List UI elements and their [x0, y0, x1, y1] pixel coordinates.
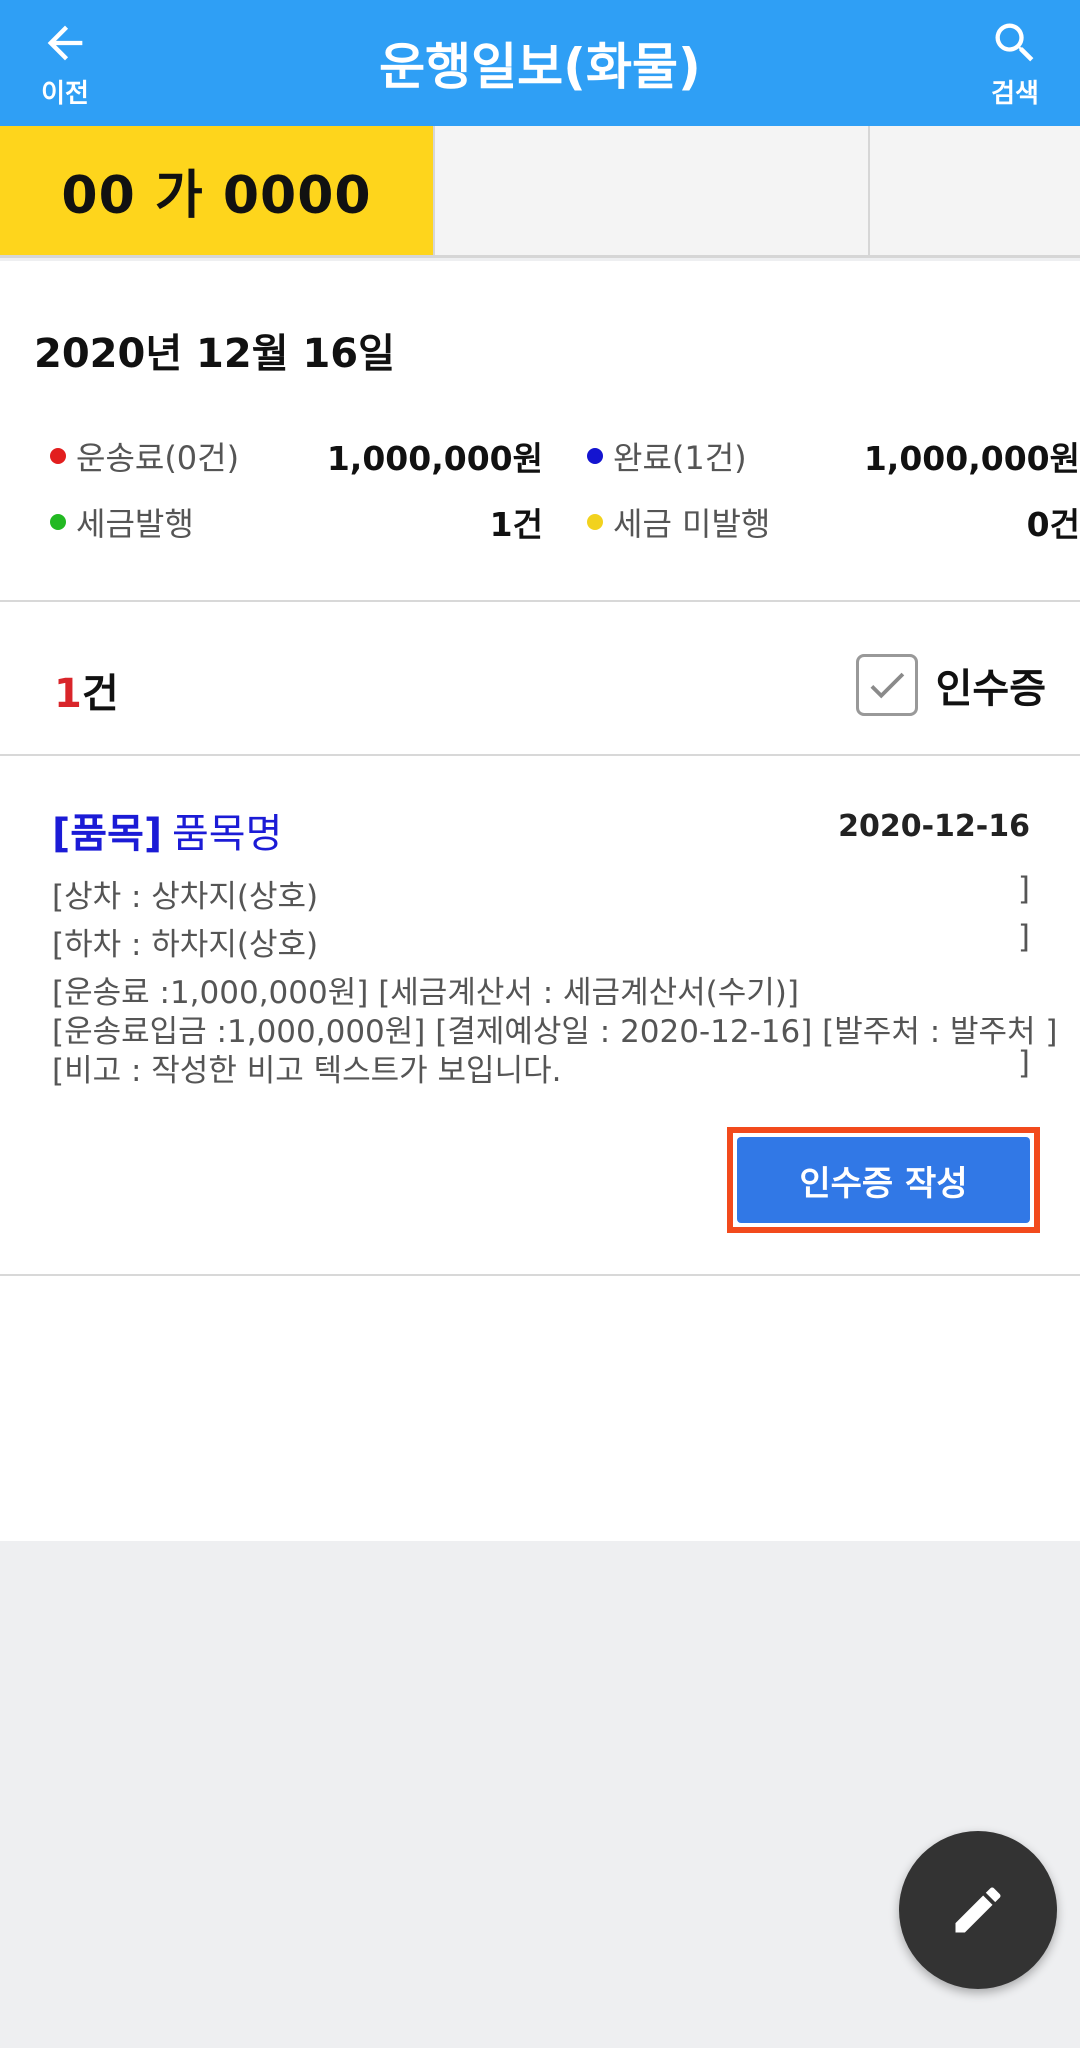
page-title: 운행일보(화물) [379, 38, 701, 96]
done-summary: 완료(1건) [587, 431, 747, 481]
vehicle-tabs: 00 가 0000 [0, 126, 1080, 258]
loading-line: [상차 : 상차지(상호) ] [52, 871, 1030, 916]
summary-row: 세금발행 1건 세금 미발행 0건 [50, 497, 1080, 547]
red-dot-icon [50, 448, 66, 464]
app-bar: 이전 운행일보(화물) 검색 [0, 0, 1080, 126]
loading-text: [상차 : 상차지(상호) [52, 879, 319, 915]
fare-value: 1,000,000원 [326, 439, 543, 478]
item-header: [품목] 품목명 2020-12-16 [52, 801, 1030, 861]
result-count-number: 1 [54, 671, 82, 717]
search-button[interactable]: 검색 [950, 0, 1080, 126]
note-text: [비고 : 작성한 비고 텍스트가 보입니다. [52, 1053, 562, 1089]
tax-issued-value: 1건 [489, 505, 543, 544]
green-dot-icon [50, 514, 66, 530]
item-tag: [품목] [52, 811, 163, 857]
done-label: 완료(1건) [613, 439, 747, 477]
tax-unissued-summary: 세금 미발행 [587, 497, 770, 547]
tax-issued-summary: 세금발행 [50, 497, 194, 547]
date-title: 2020년 12월 16일 [34, 331, 395, 377]
content-panel: 2020년 12월 16일 운송료(0건) 1,000,000원 완료(1건) … [0, 261, 1080, 1541]
divider [0, 1274, 1080, 1276]
tax-unissued-label: 세금 미발행 [613, 505, 771, 543]
tab-vehicle-3[interactable] [870, 126, 1080, 255]
check-icon [870, 672, 904, 699]
search-icon [995, 23, 1034, 61]
tax-unissued-value: 0건 [1026, 505, 1080, 544]
unloading-line: [하차 : 하차지(상호) ] [52, 919, 1030, 964]
receipt-filter-label: 인수증 [935, 666, 1046, 712]
tax-issued-label: 세금발행 [76, 505, 194, 543]
unloading-text: [하차 : 하차지(상호) [52, 927, 319, 963]
pencil-icon [955, 1887, 1001, 1933]
tab-vehicle-2[interactable] [435, 126, 870, 255]
fare-label: 운송료(0건) [76, 439, 240, 477]
note-line: [비고 : 작성한 비고 텍스트가 보입니다. ] [52, 1045, 1030, 1090]
result-count-unit: 건 [81, 671, 119, 717]
result-count: 1건 [54, 661, 119, 719]
highlight-frame: 인수증 작성 [727, 1127, 1040, 1233]
divider [0, 600, 1080, 602]
divider [0, 754, 1080, 756]
receipt-filter[interactable]: 인수증 [855, 654, 1046, 716]
search-label: 검색 [991, 78, 1039, 109]
arrow-left-icon [47, 25, 83, 60]
done-value: 1,000,000원 [863, 439, 1080, 478]
blue-dot-icon [587, 448, 603, 464]
close-bracket: ] [1017, 919, 1030, 955]
close-bracket: ] [1017, 871, 1030, 907]
yellow-dot-icon [587, 514, 603, 530]
close-bracket: ] [1017, 1045, 1030, 1081]
receipt-checkbox[interactable] [855, 654, 918, 716]
write-receipt-button[interactable]: 인수증 작성 [737, 1137, 1030, 1223]
back-button[interactable]: 이전 [0, 0, 130, 126]
edit-fab-button[interactable] [899, 1831, 1057, 1989]
item-name: 품목명 [172, 811, 283, 857]
summary-row: 운송료(0건) 1,000,000원 완료(1건) 1,000,000원 [50, 431, 1080, 481]
back-label: 이전 [41, 78, 89, 109]
tab-vehicle-1[interactable]: 00 가 0000 [0, 126, 435, 255]
fare-summary: 운송료(0건) [50, 431, 239, 481]
item-date: 2020-12-16 [838, 809, 1030, 844]
